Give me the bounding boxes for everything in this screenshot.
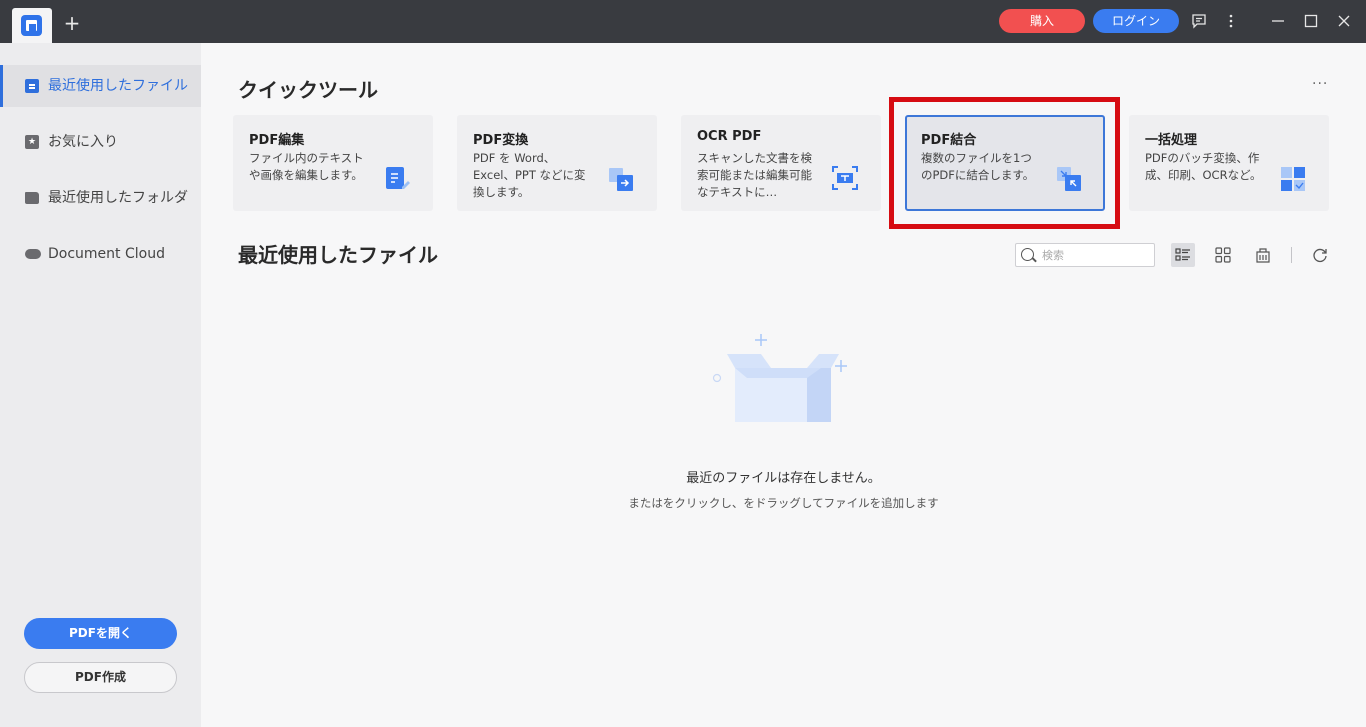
edit-pdf-icon	[386, 167, 410, 189]
main-content: クイックツール ··· PDF編集 ファイル内のテキストや画像を編集します。 P…	[201, 43, 1366, 727]
sidebar-item-recent-folders[interactable]: 最近使用したフォルダ	[0, 177, 201, 219]
home-tab[interactable]	[12, 8, 52, 43]
new-tab-button[interactable]: +	[62, 13, 82, 33]
grid-view-button[interactable]	[1211, 243, 1235, 267]
open-pdf-button[interactable]: PDFを開く	[24, 618, 177, 649]
empty-state-subtitle: またはをクリックし、をドラッグしてファイルを追加します	[628, 496, 939, 510]
login-button[interactable]: ログイン	[1093, 9, 1179, 33]
close-icon[interactable]	[1334, 11, 1354, 31]
card-title: PDF変換	[473, 133, 529, 148]
sidebar-item-label: お気に入り	[48, 134, 118, 150]
refresh-icon	[1313, 248, 1327, 263]
highlight-frame	[889, 97, 1120, 229]
sidebar-item-document-cloud[interactable]: Document Cloud	[0, 233, 201, 275]
sidebar-item-label: 最近使用したフォルダ	[48, 190, 188, 206]
buy-button[interactable]: 購入	[999, 9, 1085, 33]
card-title: OCR PDF	[697, 129, 762, 144]
cloud-icon	[25, 249, 41, 259]
title-bar: + 購入 ログイン	[0, 0, 1366, 43]
tool-card-ocr-pdf[interactable]: OCR PDF スキャンした文書を検索可能または編集可能なテキストに…	[681, 115, 881, 211]
card-title: PDF編集	[249, 133, 305, 148]
recent-file-icon	[25, 79, 39, 93]
card-description: PDF を Word、Excel、PPT などに変換します。	[473, 151, 586, 199]
folder-icon	[25, 192, 39, 204]
search-input[interactable]	[1042, 247, 1150, 263]
app-logo-icon	[21, 15, 42, 36]
refresh-button[interactable]	[1308, 243, 1332, 267]
broom-icon	[1256, 248, 1270, 263]
more-vertical-icon[interactable]	[1221, 11, 1241, 31]
card-description: PDFのバッチ変換、作成、印刷、OCRなど。	[1145, 151, 1262, 182]
star-icon: ★	[25, 135, 39, 149]
tool-card-convert-pdf[interactable]: PDF変換 PDF を Word、Excel、PPT などに変換します。	[457, 115, 657, 211]
maximize-icon[interactable]	[1301, 11, 1321, 31]
recent-files-title: 最近使用したファイル	[238, 243, 438, 267]
tool-card-batch-process[interactable]: 一括処理 PDFのバッチ変換、作成、印刷、OCRなど。	[1129, 115, 1329, 211]
sidebar-item-recent-files[interactable]: 最近使用したファイル	[0, 65, 201, 107]
ocr-icon	[832, 166, 858, 190]
batch-process-icon	[1281, 167, 1305, 191]
more-horizontal-icon[interactable]: ···	[1312, 76, 1332, 92]
feedback-icon[interactable]	[1189, 11, 1209, 31]
search-icon	[1021, 248, 1034, 261]
empty-state-title: 最近のファイルは存在しません。	[686, 471, 881, 486]
create-pdf-button[interactable]: PDF作成	[24, 662, 177, 693]
search-box[interactable]	[1015, 243, 1155, 267]
sidebar: 最近使用したファイル ★ お気に入り 最近使用したフォルダ Document C…	[0, 43, 201, 727]
list-view-button[interactable]	[1171, 243, 1195, 267]
convert-pdf-icon	[609, 168, 633, 191]
card-title: 一括処理	[1145, 133, 1198, 148]
empty-box-illustration	[712, 334, 847, 422]
quick-tools-title: クイックツール	[238, 78, 378, 102]
minimize-icon[interactable]	[1268, 11, 1288, 31]
list-view-icon	[1175, 248, 1190, 261]
toolbar-divider	[1291, 247, 1292, 263]
grid-view-icon	[1215, 247, 1231, 263]
sidebar-item-label: 最近使用したファイル	[48, 78, 188, 94]
tool-card-edit-pdf[interactable]: PDF編集 ファイル内のテキストや画像を編集します。	[233, 115, 433, 211]
sidebar-item-favorites[interactable]: ★ お気に入り	[0, 121, 201, 163]
card-description: ファイル内のテキストや画像を編集します。	[249, 151, 364, 182]
sidebar-item-label: Document Cloud	[48, 246, 165, 262]
clear-history-button[interactable]	[1251, 243, 1275, 267]
card-description: スキャンした文書を検索可能または編集可能なテキストに…	[697, 151, 812, 199]
